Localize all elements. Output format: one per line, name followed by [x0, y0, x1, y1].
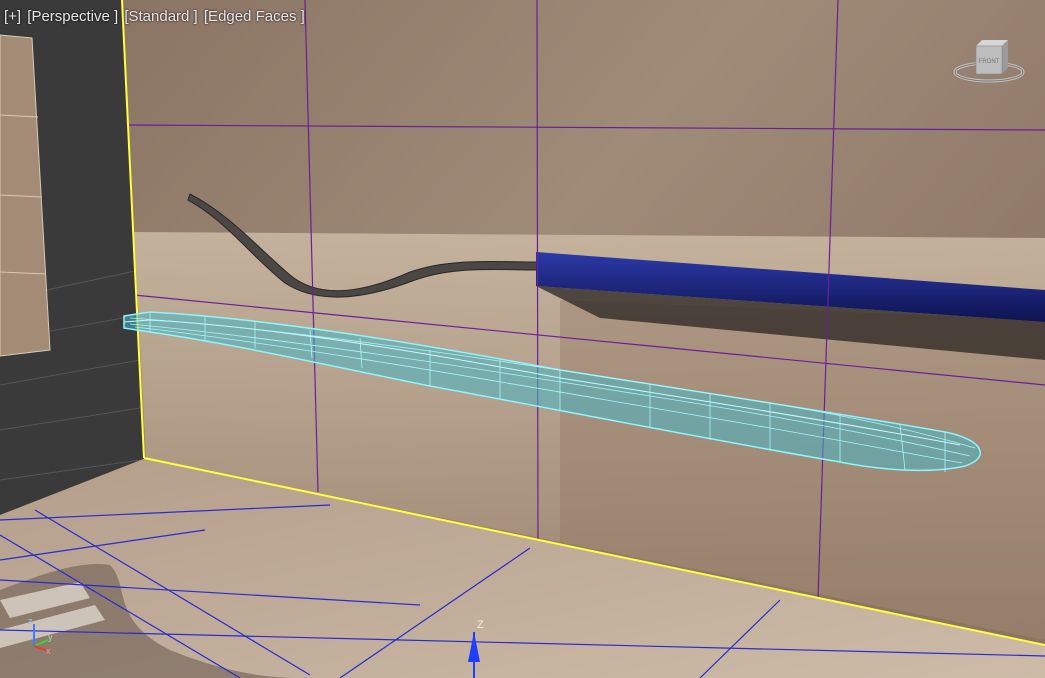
viewport-label-menu: [+] [Perspective ] [Standard ] [Edged Fa…	[4, 8, 307, 25]
transform-gizmo-z[interactable]: Z	[460, 614, 492, 678]
viewport-shading-menu[interactable]: [Standard ]	[124, 8, 197, 25]
gizmo-z-label: Z	[477, 619, 484, 631]
viewcube[interactable]: FRONT	[952, 38, 1026, 88]
gizmo-z-arrow-icon[interactable]	[468, 632, 480, 662]
viewport-view-menu[interactable]: [Perspective ]	[27, 8, 118, 25]
tripod-y-label: y	[48, 632, 53, 642]
tripod-x-label: x	[46, 646, 51, 656]
viewport-mode-menu[interactable]: [Edged Faces ]	[204, 8, 305, 25]
tripod-z-label: z	[28, 616, 33, 626]
viewport-plus-menu[interactable]: [+]	[4, 8, 21, 25]
axis-tripod: z y x	[28, 616, 53, 656]
perspective-viewport[interactable]: [+] [Perspective ] [Standard ] [Edged Fa…	[0, 0, 1045, 678]
viewcube-face-label: FRONT	[979, 59, 1000, 65]
viewport-scene	[0, 0, 1045, 678]
